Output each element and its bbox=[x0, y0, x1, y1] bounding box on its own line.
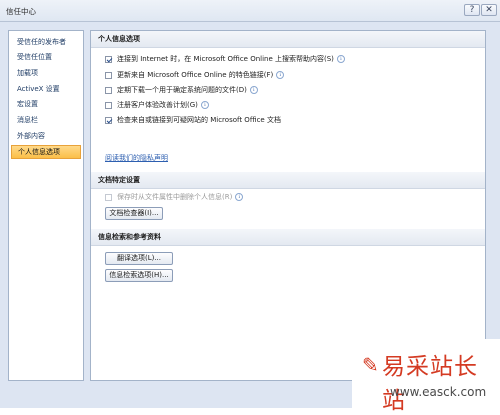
option-ceip[interactable]: 注册客户体验改善计划(G) i bbox=[105, 99, 209, 111]
close-icon: ✕ bbox=[485, 5, 493, 15]
watermark: ✎ 易采站长站 www.easck.com bbox=[352, 339, 500, 414]
option-label: 注册客户体验改善计划(G) bbox=[117, 101, 198, 109]
info-icon: i bbox=[276, 71, 285, 79]
option-label: 定期下载一个用于确定系统问题的文件(D) bbox=[117, 86, 247, 94]
research-options-button[interactable]: 信息检索选项(H)... bbox=[105, 269, 173, 282]
title-bar: 信任中心 ? ✕ bbox=[0, 0, 500, 22]
window-title: 信任中心 bbox=[6, 7, 36, 16]
checkbox bbox=[105, 193, 112, 201]
option-remove-personal-info: 保存时从文件属性中删除个人信息(R) i bbox=[105, 191, 244, 203]
section-header-document: 文档特定设置 bbox=[91, 172, 485, 189]
sidebar-item-activex[interactable]: ActiveX 设置 bbox=[11, 82, 81, 96]
option-suspicious-sites[interactable]: 检查来自或链接到可疑网站的 Microsoft Office 文档 bbox=[105, 114, 281, 126]
sidebar-item-trusted-publishers[interactable]: 受信任的发布者 bbox=[11, 35, 81, 49]
checkbox[interactable] bbox=[105, 55, 112, 63]
sidebar: 受信任的发布者 受信任位置 加载项 ActiveX 设置 宏设置 消息栏 外部内… bbox=[8, 30, 84, 381]
info-icon: i bbox=[249, 86, 258, 94]
info-icon: i bbox=[336, 55, 345, 63]
watermark-url: www.easck.com bbox=[390, 385, 487, 399]
checkbox[interactable] bbox=[105, 101, 112, 109]
document-inspector-button[interactable]: 文档检查器(I)... bbox=[105, 207, 163, 220]
checkbox[interactable] bbox=[105, 116, 112, 124]
info-icon: i bbox=[235, 193, 244, 201]
checkbox[interactable] bbox=[105, 71, 112, 79]
translation-options-button[interactable]: 翻译选项(L)... bbox=[105, 252, 173, 265]
checkbox[interactable] bbox=[105, 86, 112, 94]
option-label: 更新来自 Microsoft Office Online 的特色链接(F) bbox=[117, 71, 274, 79]
section-header-personal: 个人信息选项 bbox=[91, 31, 485, 48]
help-button[interactable]: ? bbox=[464, 4, 480, 16]
sidebar-item-message-bar[interactable]: 消息栏 bbox=[11, 113, 81, 127]
section-header-research: 信息检索和参考资料 bbox=[91, 229, 485, 246]
sidebar-item-trusted-locations[interactable]: 受信任位置 bbox=[11, 50, 81, 64]
option-label: 检查来自或链接到可疑网站的 Microsoft Office 文档 bbox=[117, 116, 281, 124]
privacy-statement-link[interactable]: 阅读我们的隐私声明 bbox=[105, 153, 168, 163]
sidebar-item-macros[interactable]: 宏设置 bbox=[11, 97, 81, 111]
option-label: 保存时从文件属性中删除个人信息(R) bbox=[117, 193, 233, 201]
help-icon: ? bbox=[469, 5, 475, 15]
info-icon: i bbox=[200, 101, 209, 109]
sidebar-item-external-content[interactable]: 外部内容 bbox=[11, 129, 81, 143]
settings-panel: 个人信息选项 连接到 Internet 时，在 Microsoft Office… bbox=[90, 30, 486, 381]
option-download-diagnostic[interactable]: 定期下载一个用于确定系统问题的文件(D) i bbox=[105, 84, 258, 96]
option-label: 连接到 Internet 时，在 Microsoft Office Online… bbox=[117, 55, 334, 63]
watermark-logo-icon: ✎ bbox=[362, 353, 379, 377]
option-search-online-help[interactable]: 连接到 Internet 时，在 Microsoft Office Online… bbox=[105, 53, 345, 65]
option-featured-links[interactable]: 更新来自 Microsoft Office Online 的特色链接(F) i bbox=[105, 69, 285, 81]
close-button[interactable]: ✕ bbox=[481, 4, 497, 16]
sidebar-item-addins[interactable]: 加载项 bbox=[11, 66, 81, 80]
sidebar-item-privacy-options[interactable]: 个人信息选项 bbox=[11, 145, 81, 159]
watermark-text: 易采站长站 bbox=[382, 354, 478, 414]
